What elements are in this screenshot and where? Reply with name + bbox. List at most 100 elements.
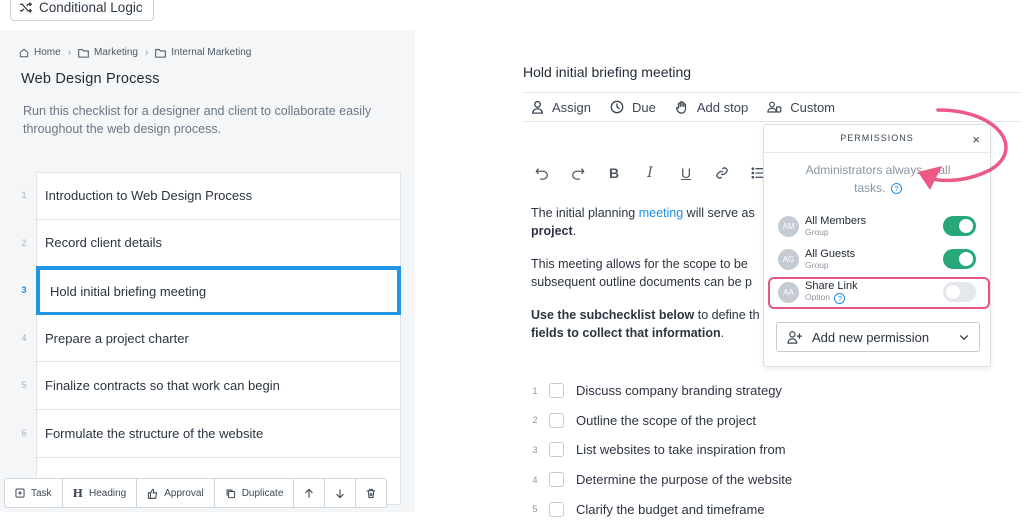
home-icon — [19, 48, 29, 58]
subchecklist-checkbox[interactable] — [549, 412, 564, 428]
task-number: 5 — [21, 380, 27, 391]
assign-button[interactable]: Assign — [531, 100, 591, 115]
heading-icon: H — [72, 486, 83, 500]
permissions-popover: PERMISSIONS × Administrators always seal… — [763, 124, 991, 367]
permission-name: All Members — [805, 215, 867, 227]
hand-icon — [675, 100, 689, 114]
task-actions-bar: Assign Due Add stop Custom — [523, 92, 1021, 122]
add-permission-dropdown[interactable]: Add new permission — [776, 322, 980, 352]
clock-icon — [610, 100, 624, 114]
task-item-selected[interactable]: Hold initial briefing meeting — [36, 266, 401, 317]
subchecklist: 1 Discuss company branding strategy 2 Ou… — [529, 376, 792, 524]
chevron-down-icon — [958, 331, 970, 343]
add-stop-button[interactable]: Add stop — [675, 100, 748, 115]
breadcrumb-marketing[interactable]: Marketing — [94, 47, 138, 58]
add-task-label: Task — [31, 487, 52, 499]
subchecklist-number: 4 — [532, 474, 538, 485]
breadcrumb-separator: › — [67, 47, 72, 58]
add-user-icon — [787, 330, 803, 344]
move-down-button[interactable] — [325, 479, 357, 507]
task-item[interactable]: Formulate the structure of the website — [36, 409, 401, 458]
task-item[interactable]: Prepare a project charter — [36, 314, 401, 363]
subchecklist-number: 3 — [532, 444, 538, 455]
bold-icon[interactable]: B — [605, 164, 623, 182]
task-item[interactable]: Record client details — [36, 219, 401, 268]
checklist-title: Web Design Process — [21, 71, 160, 87]
subchecklist-item: 2 Outline the scope of the project — [529, 406, 792, 436]
task-row: 5 Finalize contracts so that work can be… — [0, 362, 415, 410]
due-label: Due — [632, 99, 656, 115]
subchecklist-label: List websites to take inspiration from — [576, 442, 786, 458]
permissions-note: Administrators always seall tasks. ? — [805, 163, 951, 195]
subchecklist-number: 5 — [532, 504, 538, 515]
permissions-header: PERMISSIONS — [764, 125, 990, 153]
redo-icon[interactable] — [569, 164, 587, 182]
conditional-logic-button[interactable]: Conditional Logic — [10, 0, 154, 21]
approval-icon — [147, 488, 158, 499]
permission-name: All Guests — [805, 248, 856, 260]
permission-type: Group — [805, 260, 829, 270]
custom-button[interactable]: Custom — [767, 100, 835, 115]
subchecklist-item: 5 Clarify the budget and timeframe — [529, 494, 792, 524]
task-number: 4 — [21, 332, 27, 343]
task-number: 1 — [21, 190, 27, 200]
task-toolbar: Task H Heading Approval Duplicate — [4, 478, 388, 508]
top-bar: Conditional Logic — [0, 0, 1024, 30]
breadcrumb-home[interactable]: Home — [34, 47, 61, 58]
avatar: AG — [778, 248, 799, 270]
all-guests-toggle[interactable] — [943, 249, 976, 269]
subchecklist-number: 2 — [532, 415, 538, 426]
task-row: 3 Hold initial briefing meeting — [0, 266, 415, 317]
task-row: 2 Record client details — [0, 219, 415, 268]
subchecklist-label: Clarify the budget and timeframe — [576, 501, 765, 517]
task-item[interactable]: Introduction to Web Design Process — [36, 172, 401, 220]
duplicate-button[interactable]: Duplicate — [215, 479, 295, 507]
help-icon[interactable]: ? — [890, 183, 902, 195]
subchecklist-checkbox[interactable] — [549, 472, 564, 488]
checklist-panel: Home › Marketing › Internal Marketing We… — [0, 30, 415, 512]
due-button[interactable]: Due — [610, 100, 656, 115]
add-task-button[interactable]: Task — [5, 479, 63, 507]
task-title[interactable]: Hold initial briefing meeting — [523, 64, 691, 80]
permission-type: Group — [805, 227, 829, 237]
breadcrumb-internal-marketing[interactable]: Internal Marketing — [171, 47, 251, 58]
assign-label: Assign — [552, 99, 592, 115]
arrow-up-icon — [304, 488, 314, 499]
task-description: The initial planning meeting will serve … — [531, 204, 781, 357]
duplicate-label: Duplicate — [241, 487, 284, 499]
subchecklist-label: Outline the scope of the project — [576, 412, 756, 428]
link-icon[interactable] — [713, 164, 731, 182]
arrow-down-icon — [335, 488, 345, 499]
avatar: AM — [778, 215, 799, 237]
task-number: 6 — [21, 427, 27, 438]
subchecklist-number: 1 — [532, 385, 538, 396]
add-approval-button[interactable]: Approval — [137, 479, 215, 507]
task-number: 3 — [21, 285, 27, 296]
duplicate-icon — [225, 488, 236, 499]
user-icon — [531, 100, 544, 114]
meeting-link[interactable]: meeting — [639, 206, 683, 220]
breadcrumb-separator: › — [144, 47, 149, 58]
subchecklist-checkbox[interactable] — [549, 501, 564, 517]
description-paragraph-1: The initial planning meeting will serve … — [531, 206, 755, 238]
conditional-logic-label: Conditional Logic — [39, 0, 143, 15]
description-paragraph-2: This meeting allows for the scope to be … — [531, 257, 752, 289]
all-members-toggle[interactable] — [943, 216, 976, 236]
subchecklist-label: Determine the purpose of the website — [576, 472, 793, 488]
add-heading-button[interactable]: H Heading — [63, 479, 138, 507]
task-row: 6 Formulate the structure of the website — [0, 409, 415, 458]
task-item[interactable]: Finalize contracts so that work can begi… — [36, 362, 401, 410]
italic-icon[interactable]: I — [641, 164, 659, 182]
subchecklist-checkbox[interactable] — [549, 383, 564, 399]
subchecklist-item: 4 Determine the purpose of the website — [529, 465, 792, 495]
undo-icon[interactable] — [533, 164, 551, 182]
plus-square-icon — [15, 488, 25, 498]
move-up-button[interactable] — [294, 479, 326, 507]
subchecklist-checkbox[interactable] — [549, 442, 564, 458]
share-link-highlight — [768, 277, 990, 309]
task-row: 4 Prepare a project charter — [0, 314, 415, 363]
underline-icon[interactable]: U — [677, 164, 695, 182]
close-icon[interactable]: × — [972, 132, 980, 147]
add-permission-label: Add new permission — [812, 329, 930, 345]
delete-button[interactable] — [356, 479, 386, 507]
